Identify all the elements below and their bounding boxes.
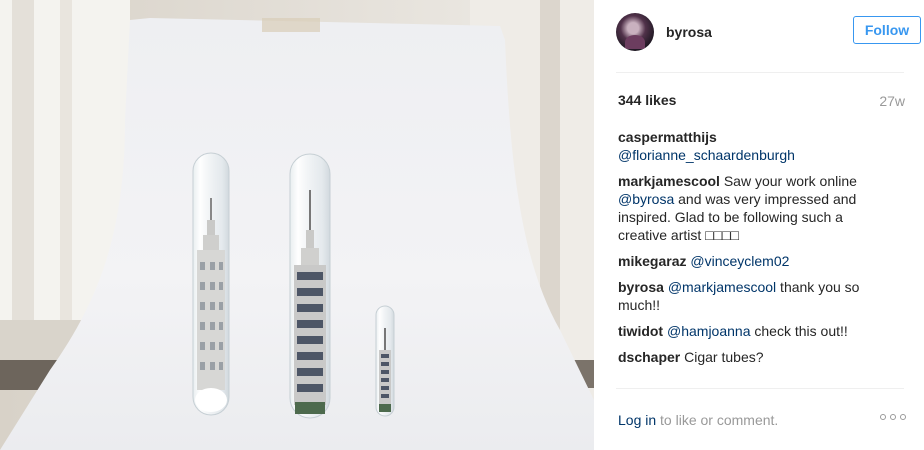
ellipsis-icon[interactable] <box>880 414 906 420</box>
post-photo[interactable] <box>0 0 594 450</box>
comment-mention[interactable]: @florianne_schaardenburgh <box>618 147 795 163</box>
comment-list: caspermatthijs @florianne_schaardenburgh… <box>618 128 882 374</box>
comment-item: mikegaraz @vinceyclem02 <box>618 252 882 270</box>
comment-mention[interactable]: @byrosa <box>618 191 674 207</box>
comment-author[interactable]: caspermatthijs <box>618 129 717 145</box>
follow-button[interactable]: Follow <box>853 16 921 44</box>
likes-count[interactable]: 344 likes <box>618 92 676 108</box>
comment-author[interactable]: mikegaraz <box>618 253 686 269</box>
login-prompt-text: to like or comment. <box>656 412 779 428</box>
comment-text: Cigar tubes? <box>684 349 764 365</box>
comment-item: markjamescool Saw your work online @byro… <box>618 172 882 244</box>
comment-item: caspermatthijs @florianne_schaardenburgh <box>618 128 882 164</box>
ellipsis-dot <box>900 414 906 420</box>
comment-item: dschaper Cigar tubes? <box>618 348 882 366</box>
comment-mention[interactable]: @hamjoanna <box>667 323 751 339</box>
comment-mention[interactable]: @vinceyclem02 <box>690 253 789 269</box>
ellipsis-dot <box>890 414 896 420</box>
comment-author[interactable]: byrosa <box>618 279 664 295</box>
header-divider <box>616 72 904 73</box>
comment-author[interactable]: tiwidot <box>618 323 663 339</box>
author-username[interactable]: byrosa <box>666 24 712 40</box>
comment-text: check this out!! <box>750 323 848 339</box>
photo-illustration <box>0 0 594 450</box>
footer-divider <box>616 388 904 389</box>
login-link[interactable]: Log in <box>618 412 656 428</box>
comment-author[interactable]: dschaper <box>618 349 680 365</box>
comment-mention[interactable]: @markjamescool <box>668 279 776 295</box>
comment-author[interactable]: markjamescool <box>618 173 720 189</box>
avatar[interactable] <box>616 13 654 51</box>
post-header: byrosa Follow <box>616 12 921 52</box>
post-view: byrosa Follow 344 likes 27w caspermatthi… <box>0 0 924 450</box>
comment-text: Saw your work online <box>723 173 857 189</box>
post-side-panel: byrosa Follow 344 likes 27w caspermatthi… <box>594 0 924 450</box>
login-prompt: Log in to like or comment. <box>618 412 778 428</box>
comment-item: tiwidot @hamjoanna check this out!! <box>618 322 882 340</box>
comment-item: byrosa @markjamescool thank you so much!… <box>618 278 882 314</box>
post-age[interactable]: 27w <box>879 93 905 109</box>
ellipsis-dot <box>880 414 886 420</box>
